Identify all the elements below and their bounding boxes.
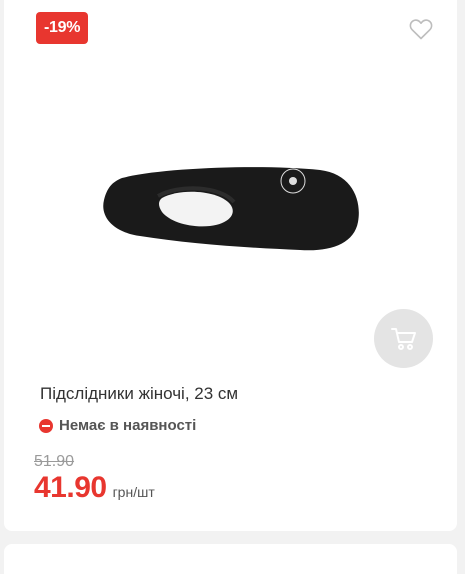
product-title[interactable]: Підслідники жіночі, 23 см (40, 384, 238, 404)
old-price: 51.90 (34, 453, 75, 470)
next-product-card (4, 544, 457, 574)
product-image[interactable] (100, 160, 370, 260)
availability-text: Немає в наявності (59, 417, 197, 434)
availability-status: Немає в наявності (39, 417, 196, 434)
cart-icon (390, 327, 416, 350)
minus-circle-icon (39, 418, 53, 433)
price-row: 41.90 грн/шт (34, 471, 155, 505)
price-unit: грн/шт (112, 484, 155, 500)
current-price: 41.90 (34, 471, 107, 504)
add-to-cart-button[interactable] (374, 309, 433, 368)
product-card[interactable]: -19% Підслідники жіночі, 23 см Немає в н… (4, 0, 457, 531)
heart-icon[interactable] (409, 18, 433, 40)
discount-badge: -19% (36, 12, 89, 44)
